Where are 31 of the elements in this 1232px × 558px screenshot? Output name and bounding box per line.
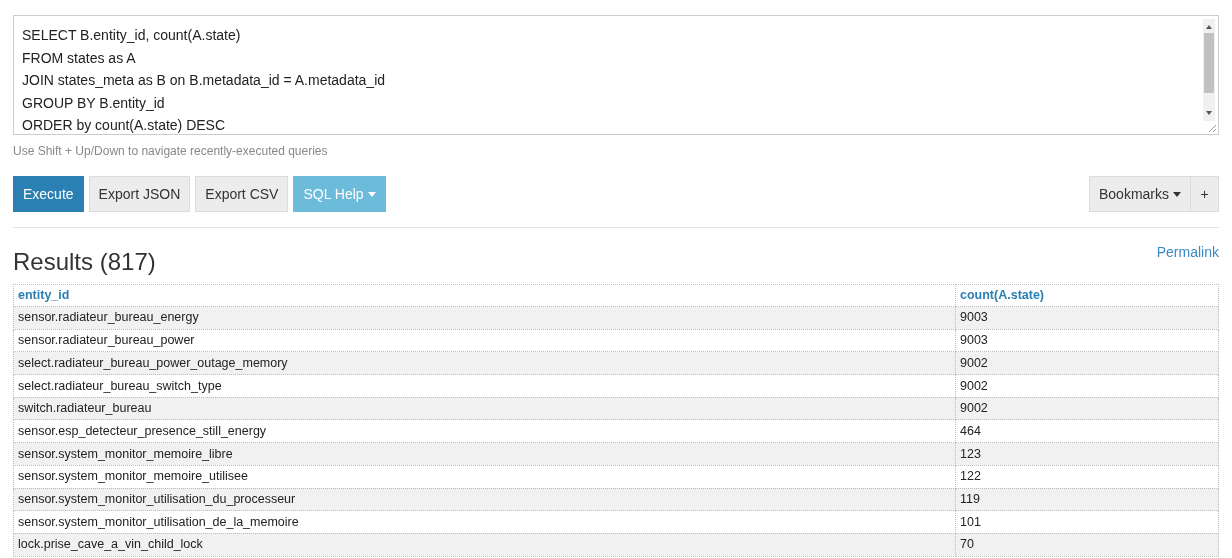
table-cell: 464 [955,419,1219,443]
toolbar-button[interactable]: Export CSV [195,176,289,212]
table-cell: select.radiateur_bureau_power_outage_memory [13,351,956,375]
add-bookmark-button[interactable]: + [1191,176,1219,212]
hint-text: Use Shift + Up/Down to navigate recently-executed queries [13,143,328,160]
caret-icon [367,191,376,197]
query-editor[interactable]: SELECT B.entity_id, count(A.state) FROM states as A JOIN states_meta as B on B.metadata_id = A.metadata_id GROUP BY B.entity_id ORDER by count(A.state) DESC [13,15,1219,135]
toolbar-button[interactable]: Export JSON [88,176,191,212]
results-heading: Results (817) [13,248,156,276]
query-line: ORDER by count(A.state) DESC [22,116,226,135]
table-cell: switch.radiateur_bureau [13,397,956,420]
table-cell: 9002 [955,397,1219,420]
table-cell: 70 [955,533,1219,557]
table-cell: 9002 [955,351,1219,375]
table-cell: 9003 [955,329,1219,352]
table-cell: sensor.esp_detecteur_presence_still_energy [13,419,956,443]
query-line: FROM states as A [22,48,136,68]
table-cell: sensor.system_monitor_utilisation_du_processeur [13,488,956,511]
query-line: SELECT B.entity_id, count(A.state) [22,26,241,45]
bookmarks-button[interactable]: Bookmarks [1088,176,1191,212]
toolbar-button[interactable]: Execute [13,176,84,212]
column-header[interactable]: entity_id [13,284,956,307]
table-cell: lock.prise_cave_a_vin_child_lock [13,533,956,557]
table-cell: 119 [955,488,1219,511]
caret-icon [1173,191,1181,197]
column-header[interactable]: count(A.state) [955,284,1219,307]
query-line: JOIN states_meta as B on B.metadata_id = A.metadata_id [22,71,386,90]
permalink-link[interactable]: Permalink [1156,242,1219,263]
resize-handle-icon[interactable] [1207,123,1217,133]
table-cell: sensor.radiateur_bureau_power [13,329,956,352]
query-line: GROUP BY B.entity_id [22,93,165,113]
